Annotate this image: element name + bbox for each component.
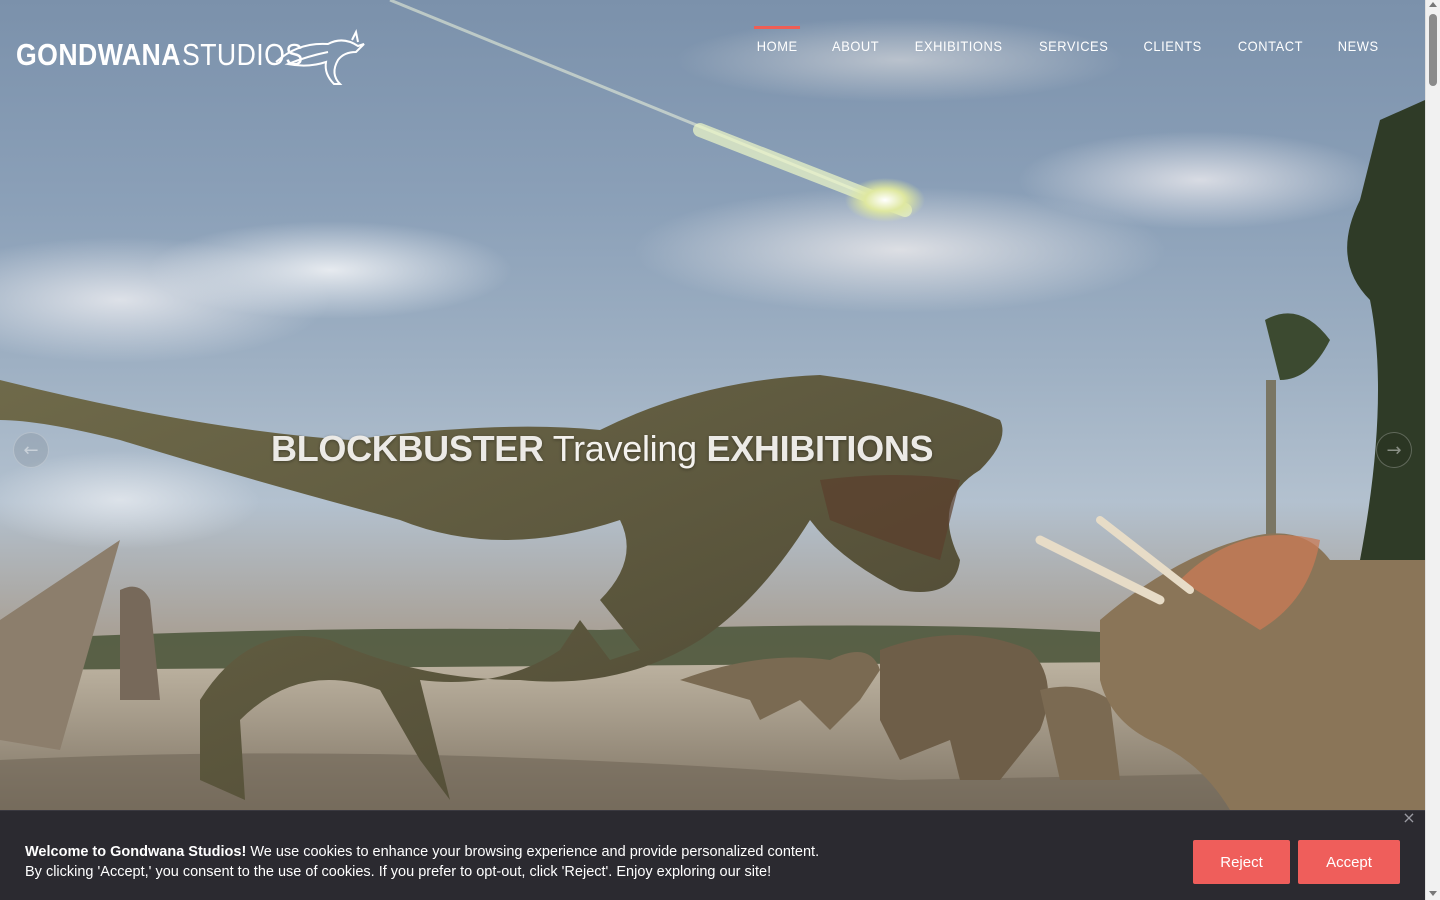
cookie-title: Welcome to Gondwana Studios! xyxy=(25,844,247,860)
logo-text-bold: GONDWANA xyxy=(16,37,181,72)
nav-item-contact[interactable]: CONTACT xyxy=(1224,26,1317,54)
cookie-text-line-1: We use cookies to enhance your browsing … xyxy=(250,844,820,860)
accept-button[interactable]: Accept xyxy=(1298,840,1400,884)
nav-item-exhibitions[interactable]: EXHIBITIONS xyxy=(901,26,1016,54)
scroll-up-icon[interactable] xyxy=(1429,2,1437,7)
hero-headline: BLOCKBUSTER Traveling EXHIBITIONS xyxy=(271,428,934,470)
nav-item-news[interactable]: NEWS xyxy=(1324,26,1392,54)
reject-button[interactable]: Reject xyxy=(1193,840,1290,884)
cookie-message: Welcome to Gondwana Studios! We use cook… xyxy=(25,842,819,882)
arrow-left-icon: ← xyxy=(23,439,39,461)
main-nav: HOME ABOUT EXHIBITIONS SERVICES CLIENTS … xyxy=(740,26,1395,54)
site-logo[interactable]: GONDWANA STUDIOS xyxy=(16,22,365,88)
cookie-line-1: Welcome to Gondwana Studios! We use cook… xyxy=(25,842,819,862)
scroll-down-icon[interactable] xyxy=(1429,891,1437,896)
kangaroo-logo-icon xyxy=(275,28,365,85)
nav-item-services[interactable]: SERVICES xyxy=(1025,26,1122,54)
scrollbar-thumb[interactable] xyxy=(1429,14,1437,86)
slider-prev-button[interactable]: ← xyxy=(13,432,49,468)
cookie-text-line-2: By clicking 'Accept,' you consent to the… xyxy=(25,864,772,880)
slider-next-button[interactable]: → xyxy=(1376,432,1412,468)
close-icon[interactable]: × xyxy=(1402,810,1416,826)
nav-item-home[interactable]: HOME xyxy=(743,26,811,54)
hero-slider xyxy=(0,0,1425,810)
headline-blockbuster: BLOCKBUSTER xyxy=(271,428,544,469)
hero-illustration xyxy=(0,0,1425,810)
headline-traveling: Traveling xyxy=(552,428,697,469)
arrow-right-icon: → xyxy=(1386,439,1402,461)
cookie-banner: × Welcome to Gondwana Studios! We use co… xyxy=(0,810,1425,900)
page-scrollbar[interactable] xyxy=(1425,0,1440,900)
nav-item-about[interactable]: ABOUT xyxy=(818,26,893,54)
nav-item-clients[interactable]: CLIENTS xyxy=(1130,26,1216,54)
headline-exhibitions: EXHIBITIONS xyxy=(706,428,934,469)
